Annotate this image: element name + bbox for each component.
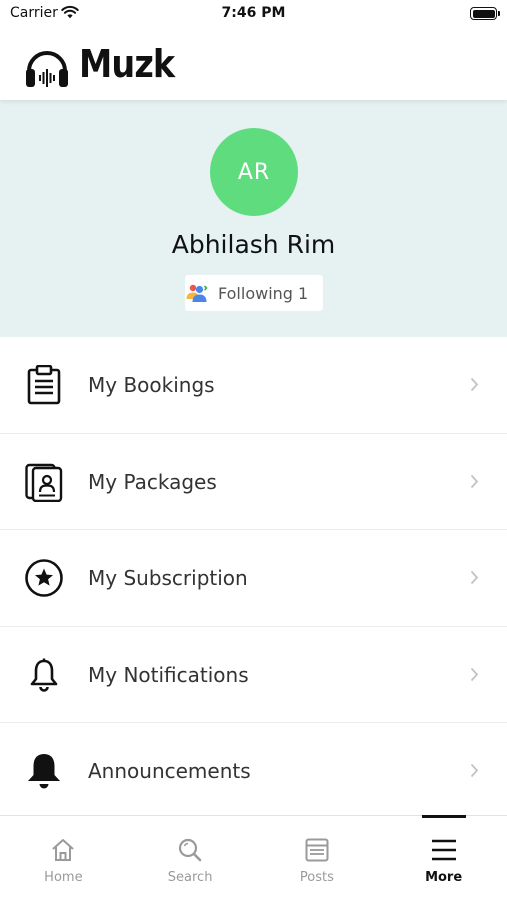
people-icon [186,284,208,302]
clipboard-icon [27,365,61,405]
bell-outline-icon [30,658,58,692]
menu-item-my-packages[interactable]: My Packages [0,434,507,530]
status-bar: Carrier 7:46 PM [0,0,507,30]
profile-name: Abhilash Rim [171,230,336,259]
app-logo-text: Muzk [79,42,175,86]
tab-label: More [425,870,463,885]
tab-home[interactable]: Home [0,816,127,900]
menu-item-label: My Bookings [88,373,215,397]
menu-item-announcements[interactable]: Announcements [0,723,507,820]
chevron-right-icon [470,763,479,778]
tab-more[interactable]: More [380,815,507,900]
home-icon [52,839,75,861]
chevron-right-icon [470,667,479,681]
menu-item-my-notifications[interactable]: My Notifications [0,627,507,723]
app-header: Muzk [0,30,507,100]
tab-label: Posts [299,870,334,885]
bell-filled-icon [28,754,60,789]
menu-item-label: My Packages [88,469,217,494]
battery-icon [470,7,500,20]
posts-icon [305,838,329,862]
tab-search[interactable]: Search [127,816,254,900]
menu-list: My Bookings My Packages My Subscription … [0,337,507,820]
tab-label: Search [167,870,213,885]
chevron-right-icon [470,570,479,585]
chevron-right-icon [470,474,479,488]
tab-label: Home [44,870,83,885]
tab-bar: Home Search Posts More [0,815,507,900]
headphones-waveform-icon [26,51,68,87]
menu-item-label: My Notifications [88,662,249,687]
menu-item-my-subscription[interactable]: My Subscription [0,530,507,627]
profile-section: AR Abhilash Rim Following 1 [0,100,507,337]
id-card-icon [25,463,63,502]
menu-icon [431,839,456,861]
tab-posts[interactable]: Posts [254,816,381,900]
status-time: 7:46 PM [221,5,286,21]
menu-item-label: My Subscription [88,566,248,590]
menu-item-label: Announcements [88,759,251,783]
following-button[interactable]: Following 1 [185,275,323,311]
search-icon [179,838,202,862]
star-circle-icon [25,559,63,597]
active-tab-indicator [421,815,466,818]
menu-item-my-bookings[interactable]: My Bookings [0,337,507,434]
following-label: Following 1 [218,283,309,303]
avatar[interactable]: AR [210,128,298,216]
chevron-right-icon [470,377,479,392]
